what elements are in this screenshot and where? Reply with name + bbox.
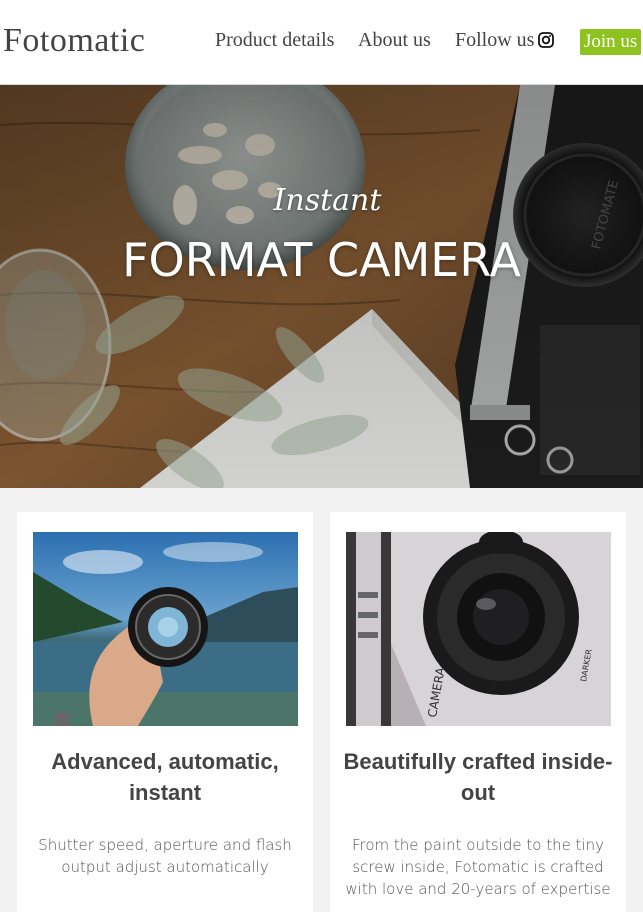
hero-banner: FOTOMATE Instant FORMAT CAMERA [0, 85, 643, 488]
feature-description: Shutter speed, aperture and flash output… [38, 836, 292, 876]
feature-title: Advanced, automatic, instant [51, 749, 279, 805]
join-us-button[interactable]: Join us [580, 29, 642, 55]
feature-description: From the paint outside to the tiny screw… [345, 836, 611, 898]
instagram-icon[interactable] [538, 32, 554, 48]
feature-title: Beautifully crafted inside-out [343, 749, 613, 805]
feature-card-automatic: Advanced, automatic, instant Shutter spe… [17, 512, 313, 912]
hero-script-text: Instant [273, 183, 382, 218]
nav-follow-us[interactable]: Follow us [455, 29, 534, 52]
camera-closeup-image: CAMERA DARKER [346, 532, 611, 726]
site-header: Fotomatic Product details About us Follo… [0, 0, 643, 85]
nav-about-us[interactable]: About us [358, 29, 431, 52]
hero-title: FORMAT CAMERA [122, 233, 521, 287]
feature-card-crafted: CAMERA DARKER Beautifully crafted inside… [330, 512, 626, 912]
nav-product-details[interactable]: Product details [215, 29, 334, 52]
lens-in-hand-image [33, 532, 298, 726]
brand-logo[interactable]: Fotomatic [3, 22, 145, 60]
